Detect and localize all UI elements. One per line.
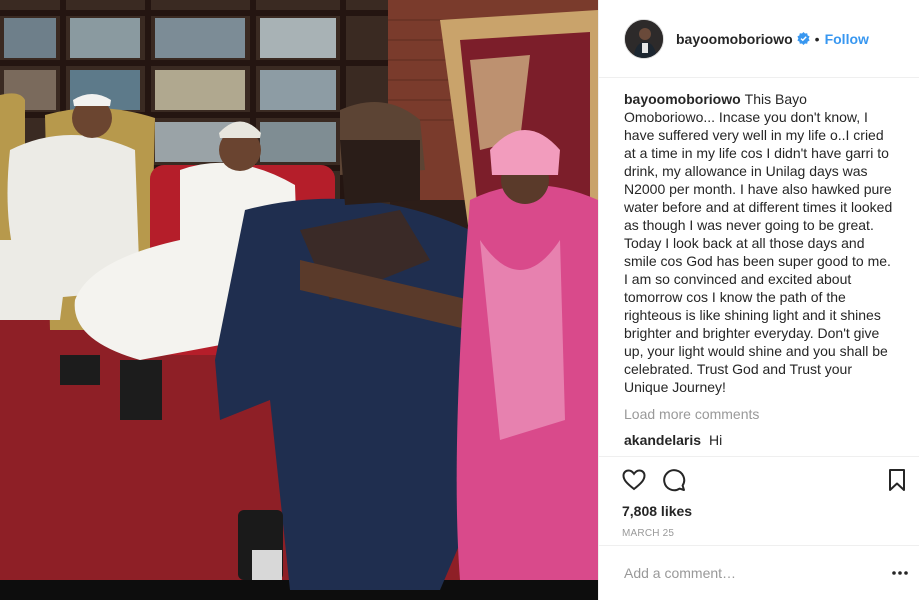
load-more-comments-button[interactable]: Load more comments — [624, 405, 896, 423]
comment-item: akandelaris Hi — [624, 431, 896, 449]
action-buttons-row — [622, 465, 905, 495]
post-header: bayoomoboriowo • Follow — [599, 0, 919, 78]
likes-count[interactable]: 7,808 likes — [622, 503, 904, 519]
post-date[interactable]: MARCH 25 — [622, 528, 904, 539]
separator-dot: • — [814, 30, 820, 47]
avatar-image — [625, 19, 663, 58]
heart-icon[interactable] — [622, 468, 646, 492]
caption-username[interactable]: bayoomoboriowo — [624, 91, 741, 107]
avatar[interactable] — [624, 18, 664, 59]
more-options-icon[interactable] — [892, 571, 908, 575]
verified-badge-icon — [797, 32, 810, 45]
caption-text: This Bayo Omoboriowo... Incase you don't… — [624, 91, 893, 395]
photo-scene — [0, 0, 598, 600]
comment-icon[interactable] — [662, 468, 686, 492]
post-actions: 7,808 likes MARCH 25 — [599, 456, 919, 539]
comment-username[interactable]: akandelaris — [624, 432, 701, 448]
post-caption: bayoomoboriowo This Bayo Omoboriowo... In… — [624, 90, 896, 396]
follow-button[interactable]: Follow — [825, 31, 869, 47]
header-username[interactable]: bayoomoboriowo — [676, 31, 793, 47]
comments-section: bayoomoboriowo This Bayo Omoboriowo... In… — [624, 90, 896, 449]
comment-text: Hi — [708, 432, 723, 448]
bookmark-icon[interactable] — [886, 468, 908, 492]
post-photo[interactable] — [0, 0, 598, 600]
post-side-panel: bayoomoboriowo • Follow bayoomoboriowo Th… — [598, 0, 919, 600]
add-comment-bar — [599, 545, 919, 600]
comment-input[interactable] — [624, 565, 892, 581]
